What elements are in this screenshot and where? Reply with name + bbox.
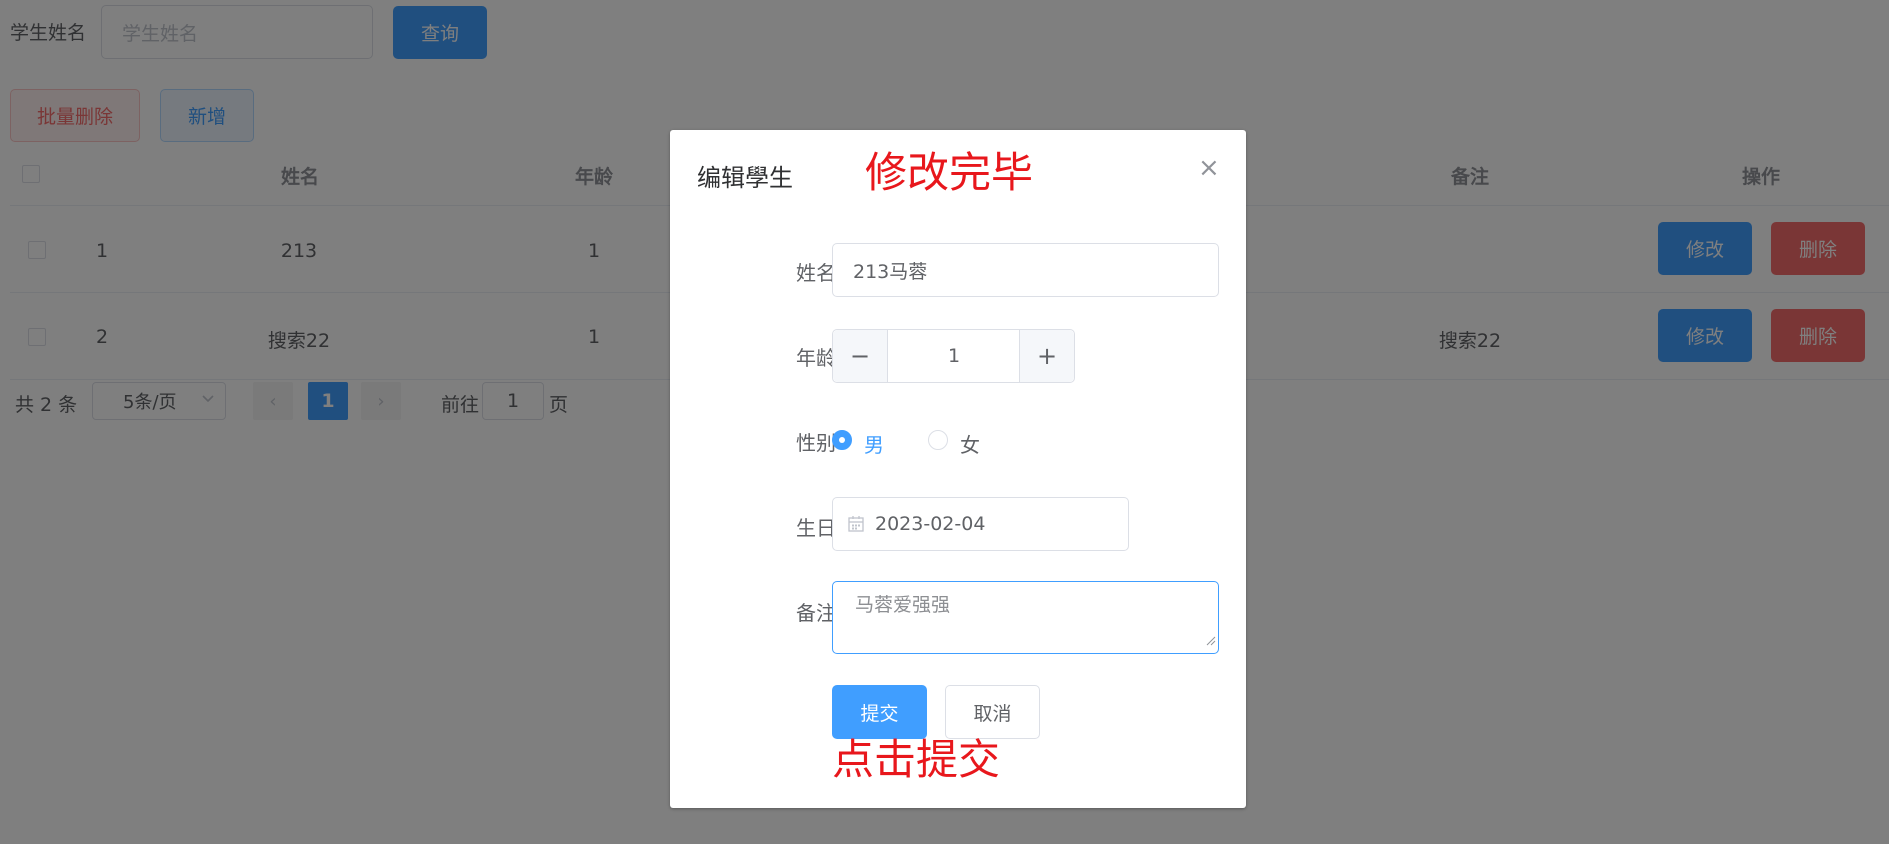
age-value[interactable]: 1 [888,345,1020,367]
birthday-label: 生日 [796,516,836,540]
remark-textarea[interactable]: 马蓉爱强强 [832,581,1219,654]
gender-female-label: 女 [960,433,980,457]
calendar-icon [847,515,865,533]
name-label: 姓名 [796,261,836,285]
close-icon[interactable]: × [1198,153,1220,183]
radio-unchecked-icon [928,430,948,450]
gender-male-radio[interactable]: 男 [832,429,902,457]
decrement-button[interactable]: − [833,330,888,382]
gender-female-radio[interactable]: 女 [928,429,998,457]
birthday-value: 2023-02-04 [875,513,986,535]
birthday-date-picker[interactable]: 2023-02-04 [832,497,1129,551]
remark-value: 马蓉爱强强 [855,594,951,616]
increment-button[interactable]: + [1019,330,1074,382]
name-value: 213马蓉 [853,260,928,283]
annotation-done-label: 修改完毕 [865,148,1034,197]
dialog-title: 编辑學生 [697,164,793,192]
edit-student-dialog: 编辑學生 修改完毕 × 姓名 213马蓉 年龄 − 1 + 性别 男 女 生日 … [670,130,1246,808]
name-input[interactable]: 213马蓉 [832,243,1219,297]
age-label: 年龄 [796,346,836,370]
plus-icon: + [1036,342,1058,370]
age-stepper[interactable]: − 1 + [832,329,1075,383]
gender-male-label: 男 [864,433,884,457]
remark-label: 备注 [796,601,836,625]
minus-icon: − [849,342,871,370]
annotation-click-submit-label: 点击提交 [832,735,1001,784]
radio-checked-icon [832,430,852,450]
student-management-page: 学生姓名 学生姓名 查询 批量删除 新增 姓名 年龄 备注 操作 1 213 1… [0,0,1889,844]
resize-handle-icon[interactable] [1204,629,1216,651]
gender-label: 性别 [796,431,836,455]
